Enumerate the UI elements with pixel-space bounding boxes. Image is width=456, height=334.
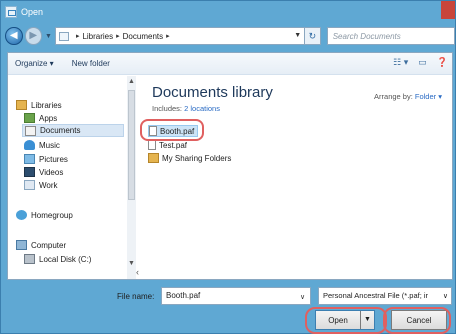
app-icon — [5, 6, 17, 18]
apps-icon — [24, 113, 35, 123]
breadcrumb-separator-icon[interactable]: ▸ — [166, 32, 170, 40]
breadcrumb-separator-icon[interactable]: ▸ — [116, 32, 120, 40]
preview-pane-icon[interactable]: ▭ — [418, 57, 427, 68]
nav-item-music[interactable]: Music — [24, 140, 60, 150]
scroll-down-icon[interactable]: ▼ — [128, 260, 135, 267]
nav-label: Libraries — [31, 100, 62, 110]
includes-label: Includes: — [152, 104, 185, 113]
music-icon — [24, 140, 35, 150]
library-icon — [58, 31, 69, 41]
forward-button[interactable]: ▶ — [24, 27, 42, 45]
highlight-annotation — [140, 119, 204, 141]
libraries-icon — [16, 100, 27, 110]
organize-button[interactable]: Organize ▾ — [15, 59, 54, 68]
view-controls: ☷ ▾ ▭ ❓ — [393, 57, 448, 68]
title-bar: Open — [1, 1, 455, 23]
nav-label: Apps — [39, 113, 58, 123]
new-folder-button[interactable]: New folder — [72, 59, 110, 68]
file-icon — [148, 140, 156, 150]
change-view-icon[interactable]: ☷ ▾ — [393, 57, 408, 68]
scrollbar-thumb[interactable] — [128, 90, 135, 200]
breadcrumb-documents[interactable]: Documents — [123, 32, 163, 41]
nav-label: Computer — [31, 240, 67, 250]
includes-locations-link[interactable]: 2 locations — [184, 104, 220, 113]
nav-item-videos[interactable]: Videos — [24, 167, 63, 177]
nav-label: Work — [39, 180, 58, 190]
nav-item-work[interactable]: Work — [24, 180, 58, 190]
address-row: ◀ ▶ ▼ ▸ Libraries ▸ Documents ▸ ▼ ↻ Sear… — [1, 23, 455, 49]
work-library-icon — [24, 180, 35, 190]
folder-icon — [148, 153, 159, 163]
documents-icon — [25, 125, 36, 136]
nav-item-apps[interactable]: Apps — [24, 113, 57, 123]
address-bar[interactable]: ▸ Libraries ▸ Documents ▸ ▼ — [54, 27, 306, 45]
nav-item-local-disk[interactable]: Local Disk (C:) — [24, 254, 91, 264]
videos-icon — [24, 167, 35, 177]
nav-item-documents[interactable]: Documents — [22, 124, 124, 137]
scroll-up-icon[interactable]: ▲ — [128, 78, 135, 85]
browser-pane: Organize ▾ New folder ☷ ▾ ▭ ❓ Libraries … — [7, 52, 453, 280]
nav-label: Pictures — [39, 154, 68, 164]
window-title: Open — [21, 7, 44, 17]
address-dropdown-icon[interactable]: ▼ — [294, 32, 301, 39]
file-name-label: File name: — [117, 292, 155, 301]
back-button[interactable]: ◀ — [5, 27, 23, 45]
open-dialog: Open ◀ ▶ ▼ ▸ Libraries ▸ Documents ▸ ▼ ↻… — [0, 0, 456, 334]
refresh-icon[interactable]: ↻ — [305, 27, 321, 45]
file-name-value: Booth.paf — [166, 291, 201, 300]
breadcrumb-separator-icon[interactable]: ▸ — [76, 32, 80, 40]
nav-label: Videos — [39, 167, 64, 177]
search-placeholder: Search Documents — [332, 31, 401, 41]
nav-label: Homegroup — [31, 210, 73, 220]
drive-icon — [24, 254, 35, 264]
dialog-footer: File name: Booth.paf ∨ Personal Ancestra… — [1, 283, 455, 334]
nav-item-pictures[interactable]: Pictures — [24, 154, 68, 164]
library-title: Documents library — [152, 84, 273, 101]
library-includes: Includes: 2 locations — [152, 104, 220, 113]
command-bar: Organize ▾ New folder ☷ ▾ ▭ ❓ — [8, 53, 452, 75]
help-icon[interactable]: ❓ — [437, 57, 448, 68]
folder-item-sharing[interactable]: My Sharing Folders — [148, 152, 231, 164]
file-name-dropdown-icon[interactable]: ∨ — [300, 293, 305, 301]
nav-item-computer[interactable]: Computer — [16, 240, 66, 250]
file-type-value: Personal Ancestral File (*.paf; ir — [323, 291, 429, 300]
highlight-annotation — [305, 307, 387, 334]
arrange-by: Arrange by: Folder ▾ — [374, 92, 442, 101]
search-input[interactable]: Search Documents — [326, 27, 455, 45]
arrange-by-label: Arrange by: — [374, 92, 415, 101]
recent-locations-icon[interactable]: ▼ — [45, 33, 52, 40]
file-type-select[interactable]: Personal Ancestral File (*.paf; ir ∨ — [318, 287, 452, 305]
pictures-icon — [24, 154, 35, 164]
nav-item-libraries[interactable]: Libraries — [16, 100, 62, 110]
file-name: Test.paf — [159, 140, 188, 150]
file-name-input[interactable]: Booth.paf — [161, 287, 311, 305]
breadcrumb-libraries[interactable]: Libraries — [82, 32, 113, 41]
nav-label: Music — [39, 140, 60, 150]
file-list-pane: Documents library Includes: 2 locations … — [138, 76, 452, 279]
close-icon[interactable] — [441, 1, 455, 19]
homegroup-icon — [16, 210, 27, 220]
chevron-down-icon: ∨ — [442, 293, 448, 300]
computer-icon — [16, 240, 27, 250]
nav-label: Local Disk (C:) — [39, 254, 92, 264]
arrange-by-dropdown[interactable]: Folder ▾ — [415, 92, 442, 101]
nav-label: Documents — [40, 126, 81, 135]
navigation-pane: Libraries Apps Documents Music Pictures … — [8, 76, 139, 279]
file-name: My Sharing Folders — [162, 153, 232, 163]
nav-item-homegroup[interactable]: Homegroup — [16, 210, 73, 220]
highlight-annotation — [383, 307, 451, 334]
nav-scrollbar[interactable]: ▲ ▼ — [127, 76, 136, 279]
